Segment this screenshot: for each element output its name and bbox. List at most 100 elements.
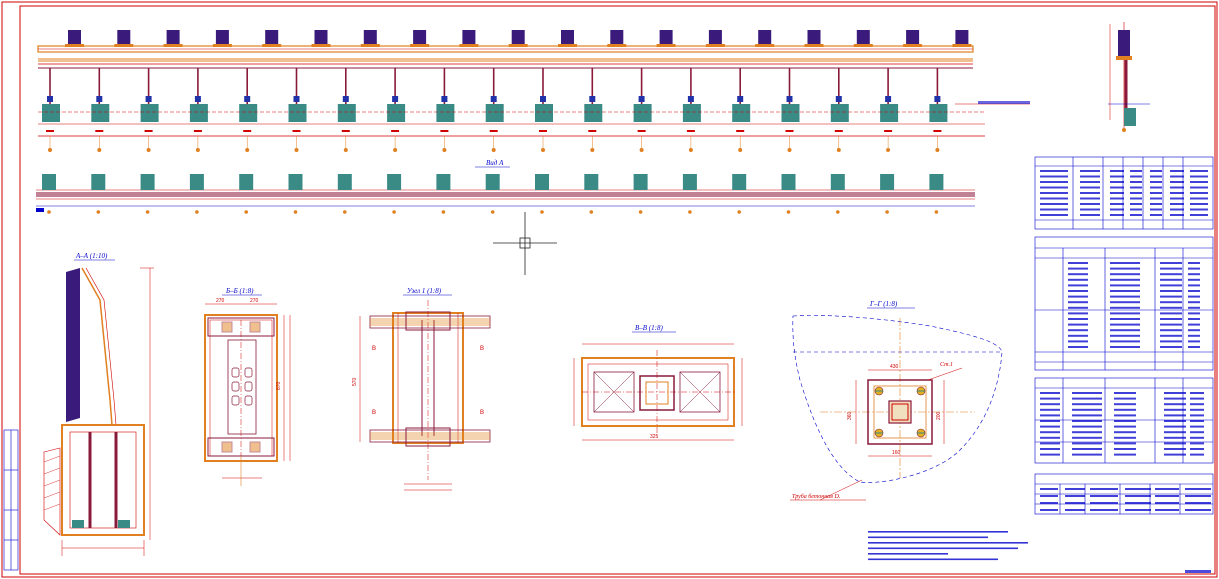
table-text (1072, 414, 1102, 417)
dim-mark (637, 130, 646, 132)
table-text (1114, 425, 1136, 428)
footing (436, 104, 455, 122)
axis-bubble (244, 210, 248, 214)
panel-bracket (607, 44, 627, 47)
footing (189, 104, 208, 122)
pipe-label: Труба бетонная D. (792, 493, 840, 500)
panel-bracket (311, 44, 331, 47)
table-text (1130, 214, 1142, 216)
table-text (1170, 170, 1184, 172)
panel-bracket (903, 44, 923, 47)
section-bb-title: Б–Б (1:8) (225, 287, 254, 295)
svg-text:B: B (372, 346, 376, 352)
column-base (145, 96, 152, 102)
axis-bubble (787, 148, 792, 152)
table-text (1190, 392, 1204, 394)
spec-table-2 (1034, 236, 1214, 371)
table-text (1155, 502, 1179, 504)
note-line (868, 553, 948, 555)
footing-plan (239, 174, 254, 190)
dim-mark (391, 130, 400, 132)
table-text (1190, 425, 1204, 428)
gg-dim-bottom: 160 (892, 450, 901, 456)
table-text (1040, 420, 1060, 422)
table-text (1040, 397, 1060, 400)
column-base (638, 96, 645, 102)
footing (830, 104, 849, 122)
table-text (1160, 318, 1182, 320)
section-bb: Б–Б (1:8) 270 270 870 (204, 287, 291, 486)
column-base (540, 96, 546, 102)
table-text (1188, 312, 1200, 315)
crosshair-cursor (493, 212, 557, 275)
dim-mark (834, 130, 843, 132)
table-text (1110, 186, 1124, 189)
panel-bracket (705, 44, 725, 47)
table-text (1188, 346, 1200, 348)
table-text (1150, 170, 1162, 172)
table-text (1190, 408, 1204, 411)
view-a-plan: Вид А (36, 159, 975, 214)
table-text (1188, 267, 1200, 270)
table-text (1110, 301, 1140, 304)
table-text (1190, 436, 1204, 439)
note-line (868, 536, 988, 539)
table-text (1185, 488, 1211, 490)
table-text (1114, 397, 1136, 400)
panel-bracket (212, 44, 232, 47)
footing-plan (288, 174, 303, 190)
table-text (1114, 431, 1136, 434)
table-text (1040, 192, 1068, 194)
table-text (1190, 403, 1204, 406)
table-text (1110, 214, 1124, 216)
table-text (1072, 425, 1102, 428)
bb-dim-top-left: 270 (216, 298, 225, 304)
table-text (1114, 392, 1136, 394)
footing-plan (535, 174, 549, 190)
drawing-canvas: Вид А А–А (1:10) Б–Б (1:8) 270 270 870 У… (1, 1, 1218, 578)
footing-plan (387, 174, 402, 190)
table-text (1164, 403, 1186, 406)
table-text (1110, 346, 1140, 348)
solar-panel (363, 30, 377, 46)
table-text (1072, 403, 1102, 406)
solar-panel (610, 30, 624, 46)
table-text (1160, 273, 1182, 276)
table-text (1110, 192, 1124, 194)
panel-bracket (262, 44, 282, 47)
dim-mark (440, 130, 449, 132)
left-margin-stamp (3, 429, 19, 571)
table-text (1190, 192, 1208, 194)
table-text (1164, 436, 1186, 439)
sheet-inner-frame (19, 5, 1216, 575)
table-text (1188, 278, 1200, 281)
axis-bubble (293, 210, 298, 214)
table-text (1190, 431, 1204, 434)
solar-panel (413, 30, 427, 46)
table-text (1110, 329, 1140, 332)
table-text (1150, 181, 1162, 183)
table-text (1114, 420, 1136, 422)
table-text (1150, 186, 1162, 189)
footing-plan (189, 174, 204, 190)
table-text (1110, 295, 1140, 298)
axis-bubble (688, 210, 692, 214)
column-base (835, 96, 842, 102)
footing-plan (732, 174, 747, 190)
table-text (1190, 414, 1204, 417)
solar-panel (166, 30, 180, 46)
section-gg: Г–Г (1:8) 430 360 200 160 Ст.1 Труба бет… (790, 300, 1003, 501)
footing-plan (830, 174, 845, 190)
table-text (1125, 495, 1151, 497)
panel-bracket (853, 44, 873, 47)
table-text (1190, 397, 1204, 400)
solar-panel (215, 30, 229, 46)
table-text (1040, 203, 1068, 205)
solar-panel (758, 30, 772, 46)
table-text (1190, 448, 1204, 450)
axis-bubble (47, 210, 51, 214)
footing-plan (781, 174, 796, 190)
panel-bracket (508, 44, 528, 47)
panel-bracket (114, 44, 134, 47)
table-text (1040, 170, 1068, 172)
